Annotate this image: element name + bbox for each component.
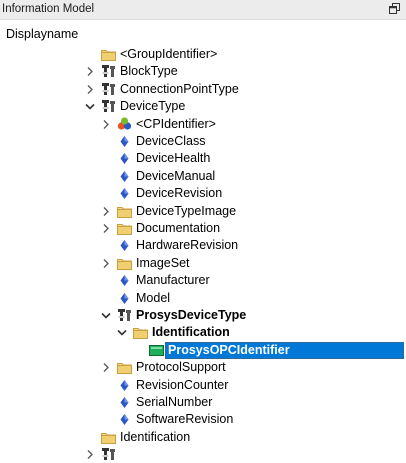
tree-item-label: DeviceHealth	[136, 151, 211, 166]
chevron-right-icon[interactable]	[85, 446, 95, 463]
tree-item-label: Identification	[152, 325, 230, 340]
property-icon	[117, 150, 132, 167]
tree-item-label: Manufacturer	[136, 273, 210, 288]
tree-item[interactable]: SerialNumber	[0, 394, 406, 411]
tree-item[interactable]: SoftwareRevision	[0, 411, 406, 428]
type-icon	[101, 63, 116, 80]
tree-item[interactable]: DeviceType	[0, 98, 406, 115]
tree-item-label: <GroupIdentifier>	[120, 47, 218, 61]
selection-highlight: ProsysOPCIdentifier	[165, 341, 404, 359]
chevron-right-icon[interactable]	[85, 63, 95, 80]
tree-item-label: Documentation	[136, 221, 221, 235]
objects-icon	[117, 116, 132, 133]
tree-item-label: BlockType	[120, 64, 178, 79]
tree-item[interactable]: ProtocolSupport	[0, 359, 406, 376]
tree-item-label: ProtocolSupport	[136, 360, 226, 375]
folder-icon	[117, 220, 132, 237]
window-title: Information Model	[2, 3, 95, 15]
tree-item-label: DeviceType	[120, 99, 186, 114]
tree-item[interactable]: ProsysOPCIdentifier	[0, 341, 406, 359]
chevron-down-icon[interactable]	[101, 307, 111, 324]
tree-item-label: HardwareRevision	[136, 238, 239, 253]
tree-item-label: RevisionCounter	[136, 377, 229, 392]
tree-item[interactable]: Identification	[0, 429, 406, 446]
property-icon	[117, 168, 132, 185]
window-titlebar: Information Model	[0, 0, 406, 20]
tree-item-label: ProsysDeviceType	[136, 308, 247, 322]
property-icon	[117, 272, 132, 289]
folder-icon	[117, 255, 132, 272]
tree-item[interactable]: DeviceTypeImage	[0, 203, 406, 220]
tree-item[interactable]: Manufacturer	[0, 272, 406, 289]
property-icon	[117, 411, 132, 428]
property-icon	[117, 237, 132, 254]
tree-item-label: ProsysOPCIdentifier	[168, 342, 290, 357]
tree-item[interactable]	[0, 446, 406, 463]
tree-item-label: SerialNumber	[136, 395, 213, 409]
type-icon	[101, 81, 116, 98]
folder-icon	[117, 359, 132, 376]
property-icon	[117, 377, 132, 394]
tree-item[interactable]: ImageSet	[0, 255, 406, 272]
tree-item-label: SoftwareRevision	[136, 412, 234, 427]
restore-icon[interactable]	[389, 3, 401, 15]
tree-item[interactable]: ProsysDeviceType	[0, 307, 406, 324]
tree-item-label: ImageSet	[136, 255, 190, 270]
tree-item-label: DeviceRevision	[136, 186, 223, 201]
type-icon	[101, 446, 116, 463]
tree-item[interactable]: <CPIdentifier>	[0, 116, 406, 133]
tree-item[interactable]: DeviceClass	[0, 133, 406, 150]
tree-item[interactable]: DeviceHealth	[0, 150, 406, 167]
tree-item[interactable]: <GroupIdentifier>	[0, 46, 406, 63]
chevron-right-icon[interactable]	[101, 255, 111, 272]
folder-icon	[133, 324, 148, 341]
tree-item-label: <CPIdentifier>	[136, 116, 216, 131]
tree-item-label: DeviceClass	[136, 134, 206, 148]
folder-icon	[101, 46, 116, 63]
tree-item[interactable]: HardwareRevision	[0, 237, 406, 254]
tree-item[interactable]: Identification	[0, 324, 406, 341]
column-header-displayname[interactable]: Displayname	[6, 27, 78, 41]
tree-item[interactable]: Model	[0, 290, 406, 307]
chevron-down-icon[interactable]	[85, 98, 95, 115]
property-icon	[117, 290, 132, 307]
tree-item[interactable]: ConnectionPointType	[0, 81, 406, 98]
folder-icon	[117, 203, 132, 220]
tree-item-label: DeviceManual	[136, 168, 216, 183]
chevron-right-icon[interactable]	[101, 220, 111, 237]
tree-item[interactable]: RevisionCounter	[0, 377, 406, 394]
type-icon	[117, 307, 132, 324]
tree-item-label: DeviceTypeImage	[136, 203, 237, 218]
chevron-right-icon[interactable]	[85, 81, 95, 98]
chevron-right-icon[interactable]	[101, 359, 111, 376]
chevron-down-icon[interactable]	[117, 324, 127, 341]
chevron-right-icon[interactable]	[101, 116, 111, 133]
tree-item[interactable]: DeviceRevision	[0, 185, 406, 202]
tree-item[interactable]: DeviceManual	[0, 168, 406, 185]
green-object-icon	[149, 342, 164, 359]
property-icon	[117, 394, 132, 411]
folder-icon	[101, 429, 116, 446]
tree-item-label: Model	[136, 290, 171, 305]
tree-item[interactable]: Documentation	[0, 220, 406, 237]
tree-item-label: Identification	[120, 429, 191, 444]
property-icon	[117, 185, 132, 202]
chevron-right-icon[interactable]	[101, 203, 111, 220]
type-icon	[101, 98, 116, 115]
property-icon	[117, 133, 132, 150]
tree-item-label: ConnectionPointType	[120, 81, 239, 96]
tree-item[interactable]: BlockType	[0, 63, 406, 80]
